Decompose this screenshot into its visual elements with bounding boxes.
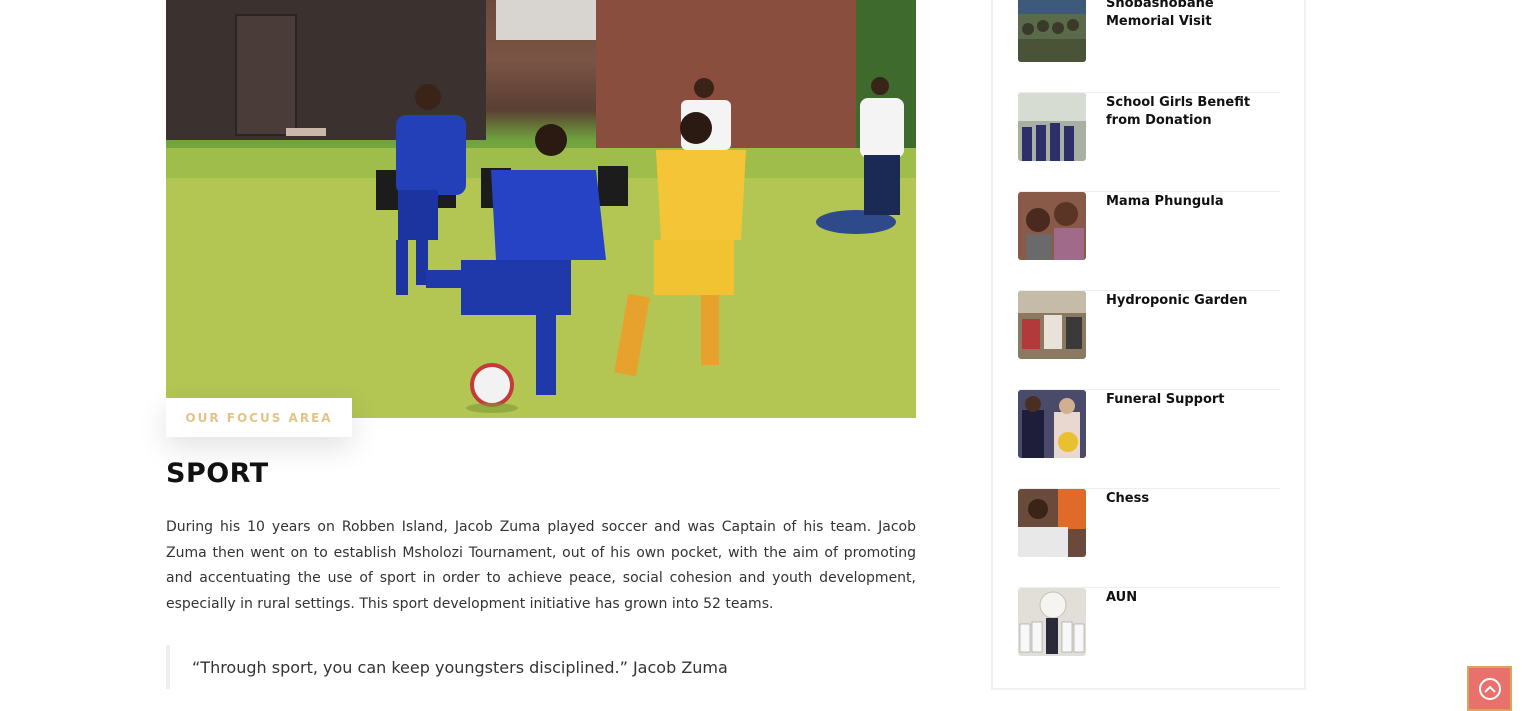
post-title[interactable]: Hydroponic Garden: [1106, 292, 1280, 389]
post-title[interactable]: Mama Phungula: [1106, 193, 1280, 290]
chevron-up-circle-icon: [1478, 677, 1501, 700]
quote-text: “Through sport, you can keep youngsters …: [192, 657, 728, 677]
sidebar-item-chess[interactable]: Chess: [1018, 489, 1280, 588]
post-thumbnail[interactable]: [1018, 489, 1086, 557]
post-thumbnail[interactable]: [1018, 0, 1086, 62]
sidebar-item-school-girls[interactable]: School Girls Benefit from Donation: [1018, 93, 1280, 192]
post-thumbnail[interactable]: [1018, 588, 1086, 656]
focus-area-tag: OUR FOCUS AREA: [166, 398, 352, 437]
article-hero-image: [166, 0, 916, 418]
post-title[interactable]: Shobashobane Memorial Visit: [1106, 0, 1280, 92]
post-thumbnail[interactable]: [1018, 93, 1086, 161]
post-title[interactable]: AUN: [1106, 589, 1280, 687]
sidebar-item-funeral-support[interactable]: Funeral Support: [1018, 390, 1280, 489]
sidebar-item-shobashobane[interactable]: Shobashobane Memorial Visit: [1018, 0, 1280, 93]
post-thumbnail[interactable]: [1018, 192, 1086, 260]
post-thumbnail[interactable]: [1018, 390, 1086, 458]
article-quote: “Through sport, you can keep youngsters …: [166, 645, 916, 689]
back-to-top-button[interactable]: [1467, 666, 1512, 711]
sidebar-item-aun[interactable]: AUN: [1018, 588, 1280, 687]
article-title: SPORT: [166, 458, 269, 489]
post-thumbnail[interactable]: [1018, 291, 1086, 359]
sidebar-item-mama-phungula[interactable]: Mama Phungula: [1018, 192, 1280, 291]
post-title[interactable]: Chess: [1106, 490, 1280, 587]
post-title[interactable]: School Girls Benefit from Donation: [1106, 94, 1280, 191]
sidebar-item-hydroponic-garden[interactable]: Hydroponic Garden: [1018, 291, 1280, 390]
post-title[interactable]: Funeral Support: [1106, 391, 1280, 488]
article-body: During his 10 years on Robben Island, Ja…: [166, 519, 916, 612]
